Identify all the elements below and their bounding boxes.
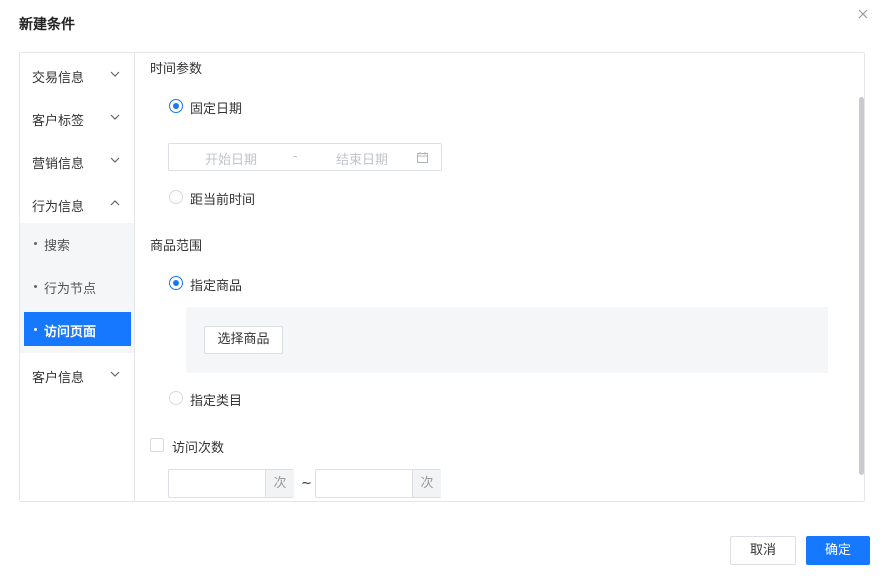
relative-time-label: 距当前时间 (190, 193, 256, 208)
chevron-down-icon (110, 71, 120, 77)
sidebar-item-search[interactable]: 搜索 (24, 226, 131, 260)
specific-category-label: 指定类目 (190, 394, 243, 409)
bullet-icon (34, 285, 37, 288)
sidebar-item-label: 访问页面 (44, 325, 97, 340)
sidebar-group-label: 客户信息 (32, 371, 85, 386)
chevron-up-icon (110, 200, 120, 206)
sidebar-item-visit-page[interactable]: 访问页面 (24, 312, 131, 346)
sidebar-group-behavior[interactable]: 行为信息 (20, 184, 134, 224)
sidebar-item-behavior-node[interactable]: 行为节点 (24, 269, 131, 303)
fixed-date-label: 固定日期 (190, 102, 243, 117)
select-goods-button[interactable]: 选择商品 (204, 326, 283, 354)
close-icon[interactable] (856, 7, 870, 21)
chevron-down-icon (110, 157, 120, 163)
chevron-down-icon (110, 114, 120, 120)
content-scrollbar[interactable] (859, 97, 864, 475)
confirm-button[interactable]: 确定 (806, 536, 870, 565)
date-range-picker[interactable]: 开始日期 - 结束日期 (168, 143, 442, 171)
visit-count-max-field[interactable] (316, 470, 412, 497)
sidebar-group-label: 交易信息 (32, 71, 85, 86)
visit-count-checkbox[interactable] (150, 438, 164, 452)
goods-selection-panel: 选择商品 (186, 307, 828, 373)
relative-time-radio[interactable] (169, 190, 183, 204)
unit-suffix: 次 (265, 470, 294, 497)
sidebar-group-customer-info[interactable]: 客户信息 (20, 355, 134, 395)
visit-count-max-input[interactable]: 次 (315, 469, 441, 498)
sidebar-item-label: 搜索 (44, 239, 71, 254)
sidebar-group-marketing[interactable]: 营销信息 (20, 141, 134, 181)
unit-suffix: 次 (412, 470, 441, 497)
end-date-placeholder[interactable]: 结束日期 (336, 149, 388, 168)
bullet-icon (34, 328, 37, 331)
category-sidebar: 交易信息 客户标签 营销信息 行为信息 搜索 行为节点 访问页面 客户信息 (20, 53, 135, 501)
chevron-down-icon (110, 371, 120, 377)
time-section-title: 时间参数 (150, 62, 203, 77)
sidebar-group-label: 行为信息 (32, 200, 85, 215)
visit-count-min-field[interactable] (169, 470, 265, 497)
count-range-separator: ~ (301, 476, 312, 491)
sidebar-group-transaction[interactable]: 交易信息 (20, 55, 134, 95)
visit-count-min-input[interactable]: 次 (168, 469, 294, 498)
sidebar-item-label: 行为节点 (44, 282, 97, 297)
specific-category-radio[interactable] (169, 391, 183, 405)
specific-goods-label: 指定商品 (190, 279, 243, 294)
fixed-date-radio[interactable] (169, 99, 183, 113)
start-date-placeholder[interactable]: 开始日期 (205, 149, 257, 168)
dialog-body: 交易信息 客户标签 营销信息 行为信息 搜索 行为节点 访问页面 客户信息 时间… (19, 52, 865, 502)
cancel-button[interactable]: 取消 (730, 536, 796, 565)
goods-section-title: 商品范围 (150, 239, 203, 254)
sidebar-group-label: 营销信息 (32, 157, 85, 172)
specific-goods-radio[interactable] (169, 276, 183, 290)
calendar-icon (417, 152, 428, 163)
dialog-title: 新建条件 (19, 17, 75, 33)
sidebar-group-label: 客户标签 (32, 114, 85, 129)
visit-count-label: 访问次数 (172, 441, 225, 456)
bullet-icon (34, 242, 37, 245)
behavior-submenu: 搜索 行为节点 访问页面 (20, 223, 134, 353)
date-range-separator: - (293, 149, 298, 164)
sidebar-group-customer-tag[interactable]: 客户标签 (20, 98, 134, 138)
